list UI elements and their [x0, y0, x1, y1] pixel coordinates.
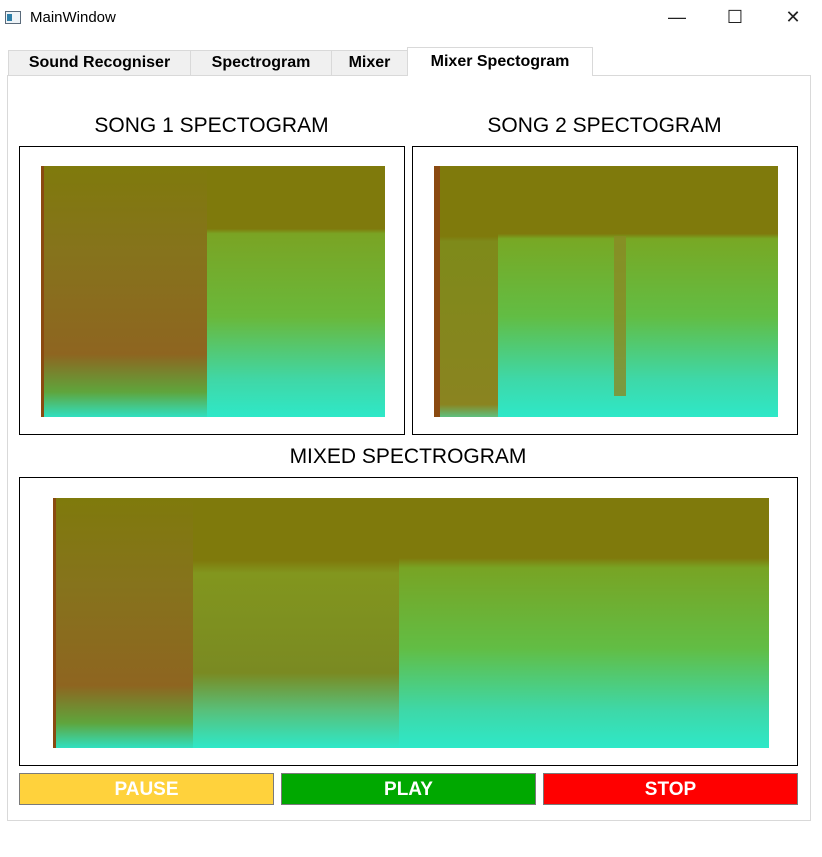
song2-spectrogram-frame [412, 146, 798, 435]
song2-spectrogram [434, 166, 778, 417]
stop-button[interactable]: STOP [543, 773, 798, 805]
tab-mixer-spectogram[interactable]: Mixer Spectogram [407, 47, 593, 76]
tab-spectrogram[interactable]: Spectrogram [190, 50, 332, 75]
mixed-spectrogram [53, 498, 769, 748]
mixed-spectrogram-frame [19, 477, 798, 766]
song1-heading: SONG 1 SPECTOGRAM [94, 114, 329, 137]
song1-spectrogram-frame [19, 146, 405, 435]
song1-spectrogram [41, 166, 385, 417]
mixed-heading: MIXED SPECTROGRAM [289, 445, 527, 468]
close-button[interactable]: ✕ [770, 0, 816, 36]
minimize-button[interactable]: — [654, 0, 700, 36]
song2-heading: SONG 2 SPECTOGRAM [487, 114, 722, 137]
app-icon [5, 11, 21, 24]
title-bar: MainWindow — ☐ ✕ [0, 0, 822, 36]
tab-mixer[interactable]: Mixer [331, 50, 408, 75]
pause-button[interactable]: PAUSE [19, 773, 274, 805]
window-title: MainWindow [30, 9, 116, 26]
tab-sound-recogniser[interactable]: Sound Recogniser [8, 50, 191, 75]
play-button[interactable]: PLAY [281, 773, 536, 805]
maximize-button[interactable]: ☐ [712, 0, 758, 36]
